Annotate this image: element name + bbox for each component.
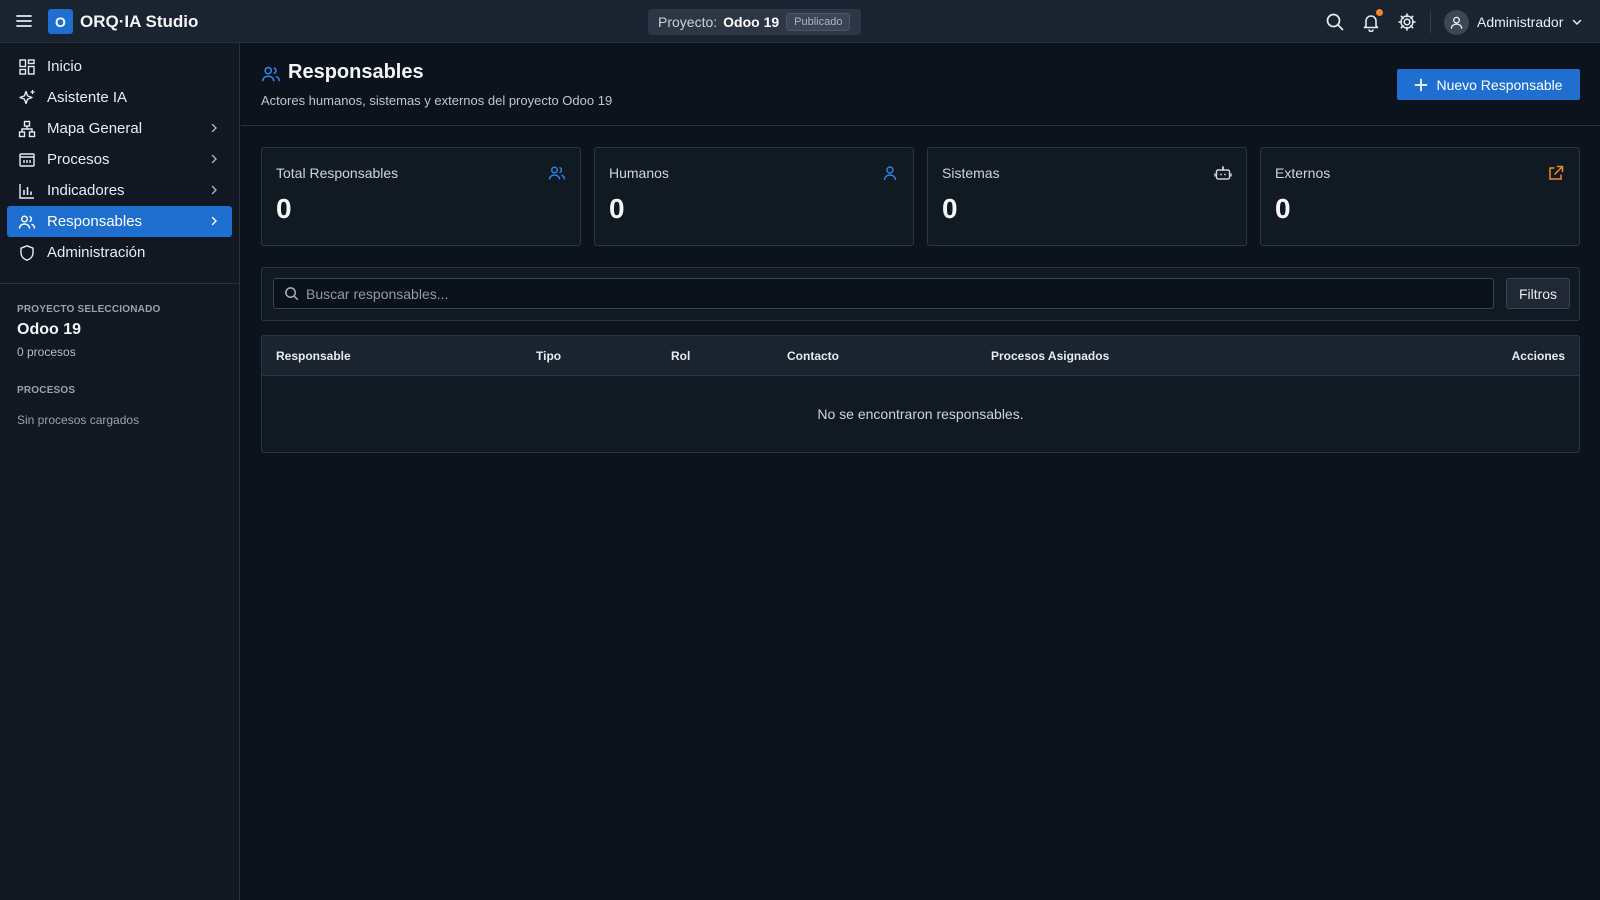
chevron-down-icon <box>1571 16 1583 28</box>
sidebar-item-inicio[interactable]: Inicio <box>7 51 232 82</box>
chevron-right-icon <box>208 215 220 227</box>
sidebar-item-mapa-general[interactable]: Mapa General <box>7 113 232 144</box>
stat-card-externos: Externos 0 <box>1260 147 1580 246</box>
stat-value: 0 <box>609 193 625 224</box>
column-header-procesos-asignados[interactable]: Procesos Asignados <box>991 349 1109 363</box>
empty-table-message: No se encontraron responsables. <box>817 406 1024 422</box>
column-header-rol[interactable]: Rol <box>671 349 690 363</box>
topbar-divider <box>1430 11 1431 33</box>
user-icon <box>881 164 899 182</box>
selected-project-name: Odoo 19 <box>17 321 82 338</box>
filters-button[interactable]: Filtros <box>1506 278 1570 309</box>
sidebar-item-responsables[interactable]: Responsables <box>7 206 232 237</box>
gear-icon[interactable] <box>1397 12 1417 32</box>
external-link-icon <box>1547 164 1565 182</box>
sidebar-item-label: Inicio <box>47 58 83 75</box>
search-box <box>273 278 1494 309</box>
top-bar: O ORQ·IA Studio Proyecto: Odoo 19 Public… <box>0 0 1600 43</box>
sidebar-item-label: Responsables <box>47 213 143 230</box>
avatar <box>1444 9 1469 35</box>
app-logo: O <box>48 9 73 34</box>
sidebar-item-label: Indicadores <box>47 182 125 199</box>
chevron-right-icon <box>208 153 220 165</box>
sidebar-item-label: Asistente IA <box>47 89 128 106</box>
column-header-tipo[interactable]: Tipo <box>536 349 561 363</box>
search-panel: Filtros <box>261 267 1580 321</box>
page-subtitle: Actores humanos, sistemas y externos del… <box>261 93 613 108</box>
stats-cards: Total Responsables 0 Humanos 0 Sistemas … <box>261 147 1580 246</box>
notification-dot <box>1376 9 1383 16</box>
sidebar-item-label: Mapa General <box>47 120 143 137</box>
selected-project-section: PROYECTO SELECCIONADO Odoo 19 0 procesos <box>0 284 239 359</box>
sparkles-icon <box>18 89 36 107</box>
table-header: Responsable Tipo Rol Contacto Procesos A… <box>262 336 1579 376</box>
search-icon <box>284 286 299 301</box>
stat-value: 0 <box>1275 193 1291 224</box>
chevron-right-icon <box>208 122 220 134</box>
stat-card-total: Total Responsables 0 <box>261 147 581 246</box>
status-badge: Publicado <box>786 13 851 31</box>
column-header-responsable[interactable]: Responsable <box>276 349 351 363</box>
search-icon[interactable] <box>1325 12 1345 32</box>
sidebar-item-administracion[interactable]: Administración <box>7 237 232 268</box>
sidebar-item-label: Procesos <box>47 151 110 168</box>
stat-label: Externos <box>1275 165 1331 181</box>
processes-heading: PROCESOS <box>17 385 76 396</box>
users-icon <box>261 64 281 84</box>
sidebar-item-indicadores[interactable]: Indicadores <box>7 175 232 206</box>
selected-project-heading: PROYECTO SELECCIONADO <box>17 304 161 315</box>
sidebar: Inicio Asistente IA Mapa General Proceso… <box>0 43 240 900</box>
main-content: Responsables Actores humanos, sistemas y… <box>241 43 1600 900</box>
project-label: Proyecto: <box>658 14 718 30</box>
stat-value: 0 <box>276 193 292 224</box>
column-header-contacto[interactable]: Contacto <box>787 349 839 363</box>
hamburger-menu-icon[interactable] <box>14 11 34 31</box>
process-icon <box>18 151 36 169</box>
shield-icon <box>18 244 36 262</box>
bot-icon <box>1214 164 1232 182</box>
processes-section: PROCESOS Sin procesos cargados <box>0 359 239 427</box>
app-title: ORQ·IA Studio <box>80 12 199 31</box>
column-header-acciones: Acciones <box>1511 349 1565 363</box>
new-responsable-label: Nuevo Responsable <box>1436 76 1563 93</box>
page-header: Responsables Actores humanos, sistemas y… <box>241 43 1600 126</box>
stat-label: Sistemas <box>942 165 1000 181</box>
stat-label: Total Responsables <box>276 165 399 181</box>
project-selector[interactable]: Proyecto: Odoo 19 Publicado <box>648 9 861 35</box>
sidebar-item-procesos[interactable]: Procesos <box>7 144 232 175</box>
search-input[interactable] <box>306 285 1456 302</box>
users-icon <box>548 164 566 182</box>
project-name: Odoo 19 <box>723 14 780 30</box>
user-name: Administrador <box>1477 14 1564 30</box>
network-icon <box>18 120 36 138</box>
stat-card-sistemas: Sistemas 0 <box>927 147 1247 246</box>
dashboard-icon <box>18 58 36 76</box>
sidebar-item-label: Administración <box>47 244 146 261</box>
new-responsable-button[interactable]: Nuevo Responsable <box>1397 69 1580 100</box>
chevron-right-icon <box>208 184 220 196</box>
users-icon <box>18 213 36 231</box>
bar-chart-icon <box>18 182 36 200</box>
stat-label: Humanos <box>609 165 669 181</box>
sidebar-nav: Inicio Asistente IA Mapa General Proceso… <box>0 43 239 268</box>
plus-icon <box>1415 78 1428 91</box>
sidebar-item-asistente-ia[interactable]: Asistente IA <box>7 82 232 113</box>
user-icon <box>1450 16 1463 29</box>
selected-project-count: 0 procesos <box>17 345 76 359</box>
page-title: Responsables <box>288 61 424 83</box>
processes-empty-text: Sin procesos cargados <box>17 413 140 427</box>
responsables-table: Responsable Tipo Rol Contacto Procesos A… <box>261 335 1580 453</box>
stat-value: 0 <box>942 193 958 224</box>
user-menu[interactable]: Administrador <box>1444 9 1583 35</box>
stat-card-humanos: Humanos 0 <box>594 147 914 246</box>
